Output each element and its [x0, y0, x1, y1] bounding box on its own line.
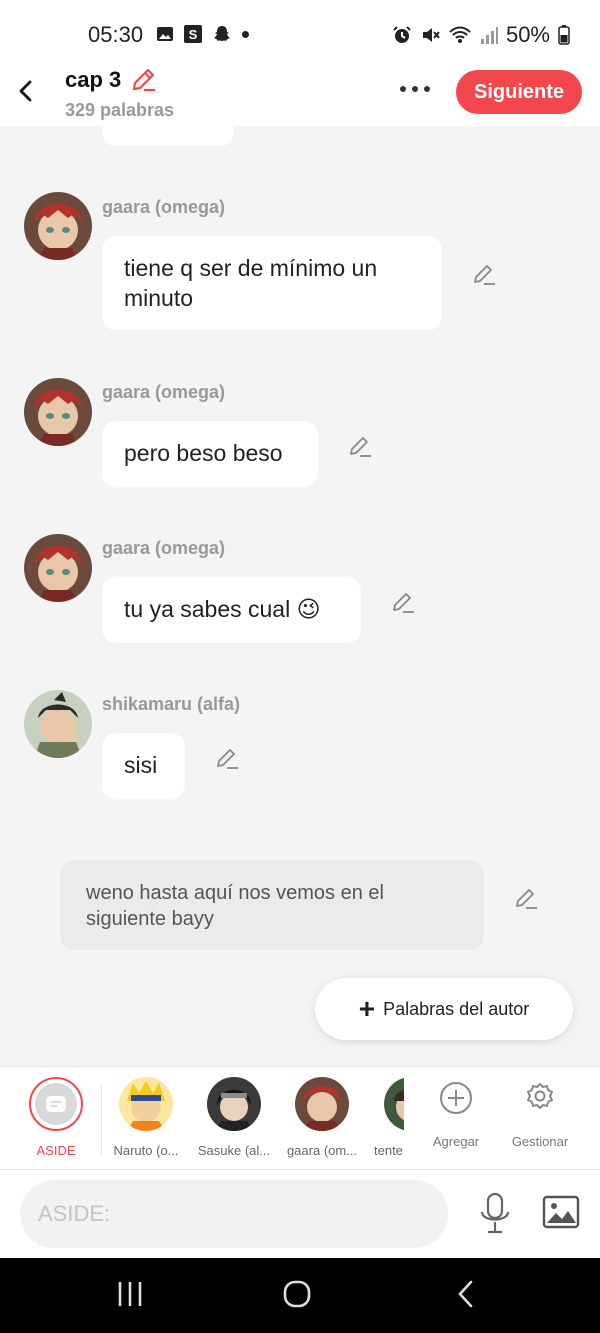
character-bar: ASIDE Naruto (o... Sasuke (al... gaara (… — [0, 1066, 600, 1170]
add-circle-icon — [440, 1082, 472, 1114]
image-icon[interactable] — [542, 1194, 580, 1230]
gaara-avatar[interactable] — [24, 534, 92, 602]
partial-message-bubble[interactable] — [102, 126, 234, 146]
gaara-avatar — [295, 1077, 349, 1131]
chapter-title[interactable]: cap 3 — [65, 67, 121, 93]
microphone-icon[interactable] — [478, 1192, 512, 1236]
next-button[interactable]: Siguiente — [456, 70, 582, 114]
system-nav-bar — [0, 1258, 600, 1333]
character-tenten[interactable]: tente — [368, 1077, 404, 1158]
gallery-icon — [157, 27, 173, 41]
notification-dot-icon — [242, 30, 249, 38]
gear-icon — [527, 1083, 553, 1109]
speaker-name: gaara (omega) — [102, 197, 226, 217]
aside-icon — [35, 1083, 77, 1125]
message-bubble[interactable]: pero beso beso — [102, 421, 318, 487]
more-options-icon[interactable] — [400, 86, 430, 92]
battery-icon — [558, 25, 570, 45]
s-badge-icon: S — [184, 25, 202, 43]
signal-icon — [480, 27, 498, 44]
edit-message-icon[interactable] — [472, 262, 496, 286]
input-bar — [0, 1170, 600, 1258]
message-input[interactable] — [20, 1180, 448, 1248]
edit-message-icon[interactable] — [215, 746, 239, 770]
speaker-name: gaara (omega) — [102, 538, 226, 558]
message-bubble[interactable]: tiene q ser de mínimo un minuto — [102, 236, 442, 330]
wink-emoji: 😉 — [296, 596, 321, 622]
mute-icon — [422, 28, 440, 42]
back-arrow-icon[interactable] — [14, 76, 38, 106]
chapter-header: cap 3 329 palabras Siguiente — [0, 60, 600, 126]
gaara-avatar[interactable] — [24, 192, 92, 260]
tenten-avatar — [384, 1077, 404, 1131]
manage-characters-button[interactable]: Gestionar — [500, 1081, 580, 1149]
character-aside[interactable]: ASIDE — [14, 1077, 98, 1158]
edit-title-icon[interactable] — [129, 66, 157, 94]
battery-percent: 50% — [505, 22, 550, 47]
edit-message-icon[interactable] — [348, 434, 372, 458]
alarm-icon — [393, 26, 411, 43]
message-bubble[interactable]: sisi — [102, 733, 185, 799]
edit-narration-icon[interactable] — [514, 886, 538, 910]
divider — [101, 1085, 102, 1155]
wifi-icon — [449, 26, 471, 43]
snapchat-icon — [214, 26, 230, 41]
speaker-name: gaara (omega) — [102, 382, 226, 402]
status-time: 05:30 — [88, 22, 144, 47]
home-icon[interactable] — [282, 1276, 312, 1312]
character-sasuke[interactable]: Sasuke (al... — [192, 1077, 276, 1158]
word-count: 329 palabras — [65, 100, 175, 120]
narration-bubble[interactable]: weno hasta aquí nos vemos en el siguient… — [60, 860, 484, 950]
gaara-avatar[interactable] — [24, 378, 92, 446]
speaker-name: shikamaru (alfa) — [102, 694, 241, 714]
back-nav-icon[interactable] — [454, 1276, 478, 1312]
recent-apps-icon[interactable] — [116, 1276, 144, 1312]
plus-icon: + — [358, 993, 376, 1024]
edit-message-icon[interactable] — [391, 590, 415, 614]
message-bubble[interactable]: tu ya sabes cual 😉 — [102, 577, 361, 643]
chat-area[interactable]: gaara (omega) tiene q ser de mínimo un m… — [0, 126, 600, 1066]
add-character-button[interactable]: Agregar — [416, 1081, 496, 1149]
character-naruto[interactable]: Naruto (o... — [104, 1077, 188, 1158]
shikamaru-avatar[interactable] — [24, 690, 92, 758]
author-words-button[interactable]: + Palabras del autor — [315, 978, 573, 1040]
character-gaara[interactable]: gaara (om... — [280, 1077, 364, 1158]
naruto-avatar — [119, 1077, 173, 1131]
sasuke-avatar — [207, 1077, 261, 1131]
